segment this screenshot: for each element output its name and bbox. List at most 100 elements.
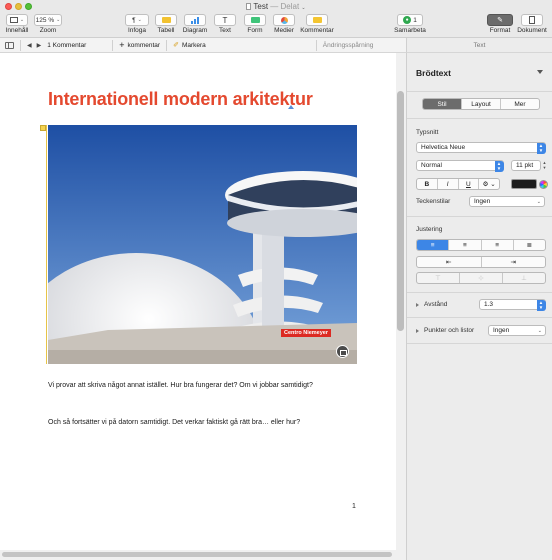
font-size-field[interactable]: 11 pkt bbox=[511, 160, 541, 171]
increase-indent-button[interactable]: ⇥ bbox=[482, 257, 546, 267]
track-changes-button[interactable]: Ändringsspårning bbox=[323, 42, 374, 49]
align-center-button[interactable]: ≡ bbox=[449, 240, 482, 250]
spacing-label[interactable]: Avstånd bbox=[424, 301, 447, 308]
divider bbox=[166, 39, 168, 51]
document-page[interactable]: Internationell modern arkitektur Centro … bbox=[0, 53, 396, 550]
text-box-button[interactable]: T Text bbox=[213, 14, 237, 34]
align-left-icon: ≡ bbox=[430, 242, 435, 249]
chevron-down-icon bbox=[537, 70, 543, 74]
document-title[interactable]: Internationell modern arkitektur bbox=[48, 89, 313, 110]
disclosure-triangle-icon[interactable] bbox=[416, 329, 419, 333]
align-bottom-button[interactable]: ⊥ bbox=[503, 273, 545, 283]
tab-style[interactable]: Stil bbox=[423, 99, 462, 109]
table-button[interactable]: Tabell bbox=[154, 14, 178, 34]
underline-button[interactable]: U bbox=[459, 179, 480, 189]
bold-button[interactable]: B bbox=[417, 179, 438, 189]
previous-comment-icon[interactable]: ◀ bbox=[27, 42, 32, 49]
document-canvas[interactable]: Internationell modern arkitektur Centro … bbox=[0, 53, 406, 560]
align-middle-button[interactable]: ⊹ bbox=[460, 273, 503, 283]
divider bbox=[315, 39, 317, 51]
media-label: Medier bbox=[274, 27, 294, 34]
highlight-button[interactable]: ✐ Markera bbox=[173, 41, 206, 50]
image-caption-badge: Centro Niemeyer bbox=[280, 329, 331, 337]
zoom-label: Zoom bbox=[39, 27, 57, 34]
replace-image-icon[interactable] bbox=[336, 345, 349, 358]
inspector-tabs: Stil Layout Mer bbox=[422, 98, 540, 110]
font-weight-value: Normal bbox=[421, 162, 442, 169]
font-family-value: Helvetica Neue bbox=[421, 144, 466, 151]
decrease-indent-button[interactable]: ⇤ bbox=[417, 257, 482, 267]
align-justify-icon: ≣ bbox=[526, 242, 533, 249]
text-label: Text bbox=[219, 27, 231, 34]
text-options-button[interactable]: ⚙ ⌄ bbox=[479, 179, 499, 189]
document-button[interactable]: Dokument bbox=[516, 14, 548, 34]
tab-layout[interactable]: Layout bbox=[462, 99, 501, 109]
color-wheel-icon[interactable] bbox=[539, 180, 548, 189]
shape-icon bbox=[250, 17, 260, 23]
sidebar-toggle-icon[interactable] bbox=[5, 41, 14, 49]
collaborate-button[interactable]: ● 1 Samarbeta bbox=[394, 14, 426, 34]
horizontal-scrollbar[interactable] bbox=[2, 552, 392, 557]
outdent-icon: ⇤ bbox=[446, 259, 452, 266]
chart-button[interactable]: Diagram bbox=[182, 14, 208, 34]
font-weight-select[interactable]: Normal ▲ ▼ bbox=[416, 160, 504, 172]
bullets-lists-label[interactable]: Punkter och listor bbox=[424, 327, 474, 334]
next-comment-icon[interactable]: ▶ bbox=[37, 42, 42, 49]
vertical-alignment-buttons: ⊤ ⊹ ⊥ bbox=[416, 272, 546, 284]
architecture-photo[interactable]: Centro Niemeyer bbox=[48, 125, 357, 364]
paintbrush-icon: ✎ bbox=[497, 17, 503, 24]
align-top-button[interactable]: ⊤ bbox=[417, 273, 460, 283]
shape-label: Form bbox=[247, 27, 263, 34]
character-style-select[interactable]: Ingen ⌄ bbox=[469, 196, 545, 207]
body-paragraph-2[interactable]: Och så fortsätter vi på datorn samtidigt… bbox=[48, 419, 300, 426]
title-bar: Test — Delat ⌄ bbox=[0, 0, 552, 13]
align-left-button[interactable]: ≡ bbox=[417, 240, 450, 250]
view-label: Innehåll bbox=[5, 27, 29, 34]
disclosure-triangle-icon[interactable] bbox=[416, 303, 419, 307]
character-styles-label: Teckenstilar bbox=[416, 198, 451, 205]
sidebar-view-icon bbox=[9, 17, 18, 23]
highlighter-icon: ✐ bbox=[173, 42, 179, 49]
format-label: Format bbox=[489, 27, 511, 34]
paragraph-icon: ¶ bbox=[132, 16, 136, 24]
font-family-select[interactable]: Helvetica Neue ▲ ▼ bbox=[416, 142, 546, 154]
italic-button[interactable]: I bbox=[438, 179, 459, 189]
document-name[interactable]: Test bbox=[253, 2, 268, 11]
zoom-value: 125 % bbox=[35, 16, 55, 24]
bullets-select[interactable]: Ingen ⌄ bbox=[488, 325, 546, 336]
view-menu-button[interactable]: ⌄ Innehåll bbox=[4, 14, 30, 34]
comment-button[interactable]: Kommentar bbox=[300, 14, 334, 34]
select-arrows-icon: ▲ ▼ bbox=[494, 160, 504, 172]
add-comment-label: kommentar bbox=[127, 41, 161, 49]
indent-icon: ⇥ bbox=[510, 259, 516, 266]
text-marker-icon bbox=[288, 105, 294, 109]
document-icon bbox=[246, 3, 252, 10]
table-label: Tabell bbox=[157, 27, 175, 34]
insert-button[interactable]: ¶ ⌄ Infoga bbox=[124, 14, 150, 34]
align-justify-button[interactable]: ≣ bbox=[514, 240, 545, 250]
chart-icon bbox=[191, 16, 199, 24]
zoom-menu-button[interactable]: 125 % ⌄ Zoom bbox=[33, 14, 63, 34]
add-comment-button[interactable]: + kommentar bbox=[119, 40, 160, 50]
divider bbox=[407, 118, 552, 119]
align-right-button[interactable]: ≡ bbox=[482, 240, 514, 250]
paragraph-style-menu[interactable]: Brödtext bbox=[416, 68, 545, 78]
plus-icon: + bbox=[119, 40, 125, 50]
body-paragraph-1[interactable]: Vi provar att skriva något annat iställe… bbox=[48, 382, 313, 389]
format-button[interactable]: ✎ Format bbox=[486, 14, 514, 34]
divider bbox=[407, 292, 552, 293]
shared-status: — Delat bbox=[270, 2, 300, 11]
spacing-select[interactable]: 1.3 ▲ ▼ bbox=[479, 299, 546, 311]
vertical-scrollbar[interactable] bbox=[397, 91, 404, 331]
highlight-label: Markera bbox=[181, 41, 206, 49]
document-label: Dokument bbox=[517, 27, 547, 34]
media-button[interactable]: Medier bbox=[272, 14, 296, 34]
font-size-stepper[interactable]: ▲ ▼ bbox=[542, 160, 547, 171]
text-color-well[interactable] bbox=[511, 179, 537, 189]
chevron-down-icon[interactable]: ⌄ bbox=[301, 5, 305, 11]
tab-more[interactable]: Mer bbox=[501, 99, 539, 109]
comments-count[interactable]: 1 Kommentar bbox=[47, 42, 86, 49]
insert-label: Infoga bbox=[127, 27, 147, 34]
shape-button[interactable]: Form bbox=[243, 14, 267, 34]
divider bbox=[407, 317, 552, 318]
